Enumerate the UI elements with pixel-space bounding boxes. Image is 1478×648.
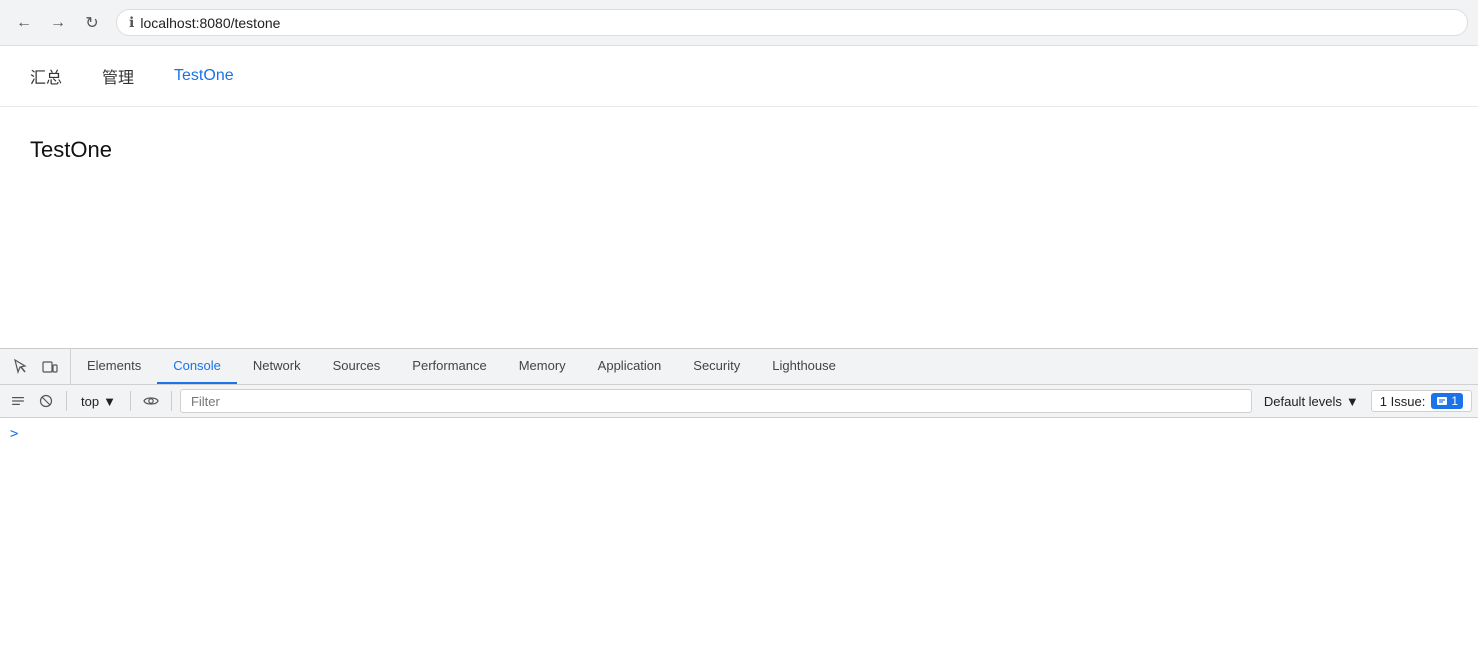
clear-console-button[interactable] <box>6 389 30 413</box>
devtools-tabs: Elements Console Network Sources Perform… <box>71 349 1478 384</box>
devtools-icon-group <box>0 349 71 384</box>
reload-button[interactable]: ↻ <box>78 9 106 37</box>
console-output[interactable]: > <box>0 418 1478 648</box>
top-dropdown-icon: ▼ <box>103 394 116 409</box>
default-levels-dropdown-icon: ▼ <box>1346 394 1359 409</box>
info-icon: ℹ <box>129 14 134 31</box>
nav-item-testone[interactable]: TestOne <box>174 67 234 85</box>
tab-performance[interactable]: Performance <box>396 349 502 384</box>
tab-security[interactable]: Security <box>677 349 756 384</box>
block-icon-button[interactable] <box>34 389 58 413</box>
console-toolbar: top ▼ Default levels ▼ 1 Issue: <box>0 385 1478 418</box>
website-content: 汇总 管理 TestOne TestOne <box>0 46 1478 348</box>
device-toolbar-button[interactable] <box>36 353 64 381</box>
tab-network[interactable]: Network <box>237 349 317 384</box>
devtools-toolbar: Elements Console Network Sources Perform… <box>0 349 1478 385</box>
top-label: top <box>81 394 99 409</box>
issue-count-badge: 1 <box>1431 393 1463 409</box>
devtools-panel: Elements Console Network Sources Perform… <box>0 348 1478 648</box>
default-levels-label: Default levels <box>1264 394 1342 409</box>
divider-3 <box>171 391 172 411</box>
tab-application[interactable]: Application <box>582 349 678 384</box>
tab-lighthouse[interactable]: Lighthouse <box>756 349 852 384</box>
tab-console[interactable]: Console <box>157 349 237 384</box>
divider-2 <box>130 391 131 411</box>
tab-elements[interactable]: Elements <box>71 349 157 384</box>
nav-buttons: ← → ↻ <box>10 9 106 37</box>
eye-button[interactable] <box>139 389 163 413</box>
forward-button[interactable]: → <box>44 9 72 37</box>
console-prompt-symbol: > <box>10 426 18 442</box>
tab-memory[interactable]: Memory <box>503 349 582 384</box>
default-levels-button[interactable]: Default levels ▼ <box>1256 392 1367 411</box>
nav-item-guanli[interactable]: 管理 <box>102 64 134 88</box>
site-main: TestOne <box>0 107 1478 348</box>
site-nav: 汇总 管理 TestOne <box>0 46 1478 107</box>
top-context-selector[interactable]: top ▼ <box>75 392 122 411</box>
inspect-element-button[interactable] <box>6 353 34 381</box>
back-button[interactable]: ← <box>10 9 38 37</box>
console-prompt[interactable]: > <box>0 422 1478 446</box>
issue-badge[interactable]: 1 Issue: 1 <box>1371 390 1472 412</box>
tab-sources[interactable]: Sources <box>317 349 397 384</box>
nav-item-huizong[interactable]: 汇总 <box>30 64 62 88</box>
address-bar[interactable]: ℹ localhost:8080/testone <box>116 9 1468 36</box>
divider-1 <box>66 391 67 411</box>
filter-input[interactable] <box>185 392 1247 411</box>
browser-chrome: ← → ↻ ℹ localhost:8080/testone <box>0 0 1478 46</box>
filter-box[interactable] <box>180 389 1252 413</box>
url-text: localhost:8080/testone <box>140 15 280 31</box>
issue-label: 1 Issue: <box>1380 394 1426 409</box>
page-title: TestOne <box>30 137 1448 163</box>
